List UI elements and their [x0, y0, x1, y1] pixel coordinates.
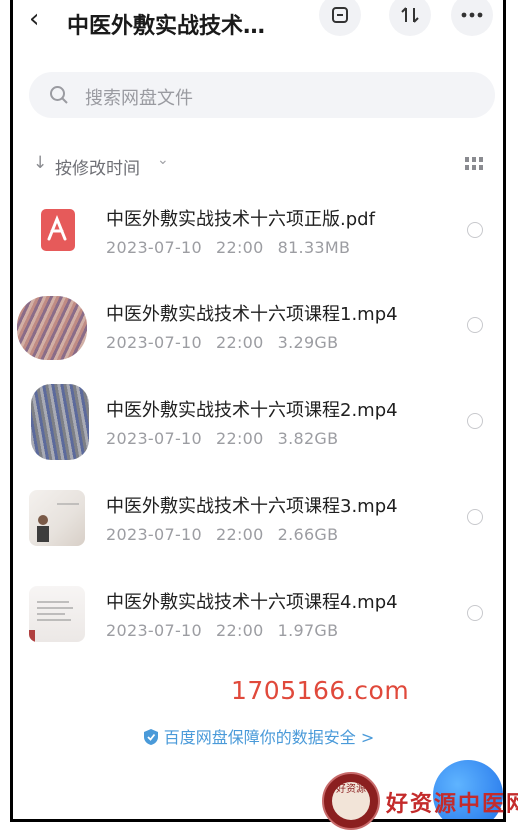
select-radio[interactable] — [467, 222, 483, 238]
brand-name: 好资源中医网 — [386, 792, 518, 817]
file-row[interactable]: 中医外敷实战技术十六项课程4.mp4 2023-07-10 22:00 1.97GB — [13, 586, 503, 682]
sort-icon[interactable] — [389, 0, 431, 36]
file-time: 22:00 — [215, 333, 264, 352]
file-meta: 2023-07-10 22:00 1.97GB — [106, 621, 352, 640]
file-name: 中医外敷实战技术十六项课程4.mp4 — [106, 592, 398, 613]
file-date: 2023-07-10 — [106, 429, 202, 448]
file-row[interactable]: 中医外敷实战技术十六项课程2.mp4 2023-07-10 22:00 3.82GB — [13, 384, 503, 490]
file-time: 22:00 — [215, 429, 264, 448]
search-input[interactable]: 搜索网盘文件 — [29, 72, 495, 118]
video-thumbnail — [31, 384, 89, 460]
file-meta: 2023-07-10 22:00 2.66GB — [106, 525, 352, 544]
header: ‹ 中医外敷实战技术… — [13, 0, 503, 44]
sort-bar: ↓ 按修改时间 ⌄ — [13, 150, 503, 180]
file-date: 2023-07-10 — [106, 238, 202, 257]
page-title: 中医外敷实战技术… — [67, 14, 266, 39]
more-icon[interactable] — [451, 0, 493, 36]
file-meta: 2023-07-10 22:00 81.33MB — [106, 238, 364, 257]
chevron-down-icon[interactable]: ⌄ — [157, 152, 169, 168]
sort-dropdown[interactable]: 按修改时间 — [55, 154, 140, 179]
back-icon[interactable]: ‹ — [29, 6, 39, 32]
file-time: 22:00 — [215, 525, 264, 544]
seal-text: 好资源 — [332, 782, 370, 820]
pdf-icon — [29, 203, 85, 259]
file-size: 81.33MB — [277, 238, 351, 257]
search-placeholder: 搜索网盘文件 — [85, 88, 193, 109]
file-size: 1.97GB — [277, 621, 339, 640]
file-meta: 2023-07-10 22:00 3.29GB — [106, 333, 352, 352]
video-thumbnail — [17, 296, 87, 360]
file-name: 中医外敷实战技术十六项课程2.mp4 — [106, 400, 398, 421]
file-time: 22:00 — [215, 238, 264, 257]
file-name: 中医外敷实战技术十六项正版.pdf — [106, 209, 375, 230]
file-row[interactable]: 中医外敷实战技术十六项正版.pdf 2023-07-10 22:00 81.33MB — [13, 203, 503, 299]
file-name: 中医外敷实战技术十六项课程1.mp4 — [106, 304, 398, 325]
file-meta: 2023-07-10 22:00 3.82GB — [106, 429, 352, 448]
select-radio[interactable] — [467, 605, 483, 621]
file-size: 2.66GB — [277, 525, 339, 544]
file-name: 中医外敷实战技术十六项课程3.mp4 — [106, 496, 398, 517]
search-icon — [50, 86, 68, 104]
security-link[interactable]: 百度网盘保障你的数据安全 > — [13, 724, 503, 748]
seal-icon: 好资源 — [322, 772, 380, 830]
video-thumbnail — [29, 586, 85, 642]
select-icon[interactable] — [319, 0, 361, 36]
brand-logo: 好资源 好资源中医网 — [322, 772, 518, 831]
security-text: 百度网盘保障你的数据安全 > — [163, 728, 375, 747]
file-time: 22:00 — [215, 621, 264, 640]
file-row[interactable]: 中医外敷实战技术十六项课程3.mp4 2023-07-10 22:00 2.66GB — [13, 490, 503, 586]
grid-view-icon[interactable] — [465, 157, 483, 171]
shield-icon — [143, 729, 158, 745]
file-date: 2023-07-10 — [106, 621, 202, 640]
phone-screen: ‹ 中医外敷实战技术… 搜索网盘文件 ↓ 按修改时间 ⌄ 中医外敷实战技术十六项… — [10, 0, 506, 822]
video-thumbnail — [29, 490, 85, 546]
select-radio[interactable] — [467, 509, 483, 525]
file-size: 3.29GB — [277, 333, 339, 352]
watermark-text: 1705166.com — [231, 676, 410, 705]
select-radio[interactable] — [467, 317, 483, 333]
select-radio[interactable] — [467, 413, 483, 429]
file-size: 3.82GB — [277, 429, 339, 448]
file-row[interactable]: 中医外敷实战技术十六项课程1.mp4 2023-07-10 22:00 3.29GB — [13, 296, 503, 394]
arrow-down-icon: ↓ — [33, 153, 48, 173]
file-date: 2023-07-10 — [106, 333, 202, 352]
file-date: 2023-07-10 — [106, 525, 202, 544]
